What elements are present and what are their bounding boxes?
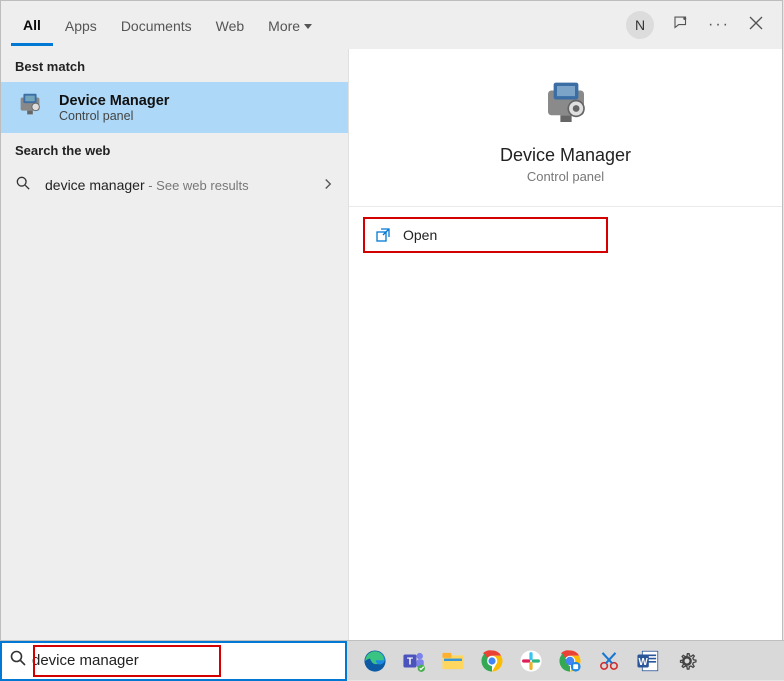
search-body: Best match Device Manager Control panel …: [1, 49, 782, 640]
chevron-down-icon: [304, 24, 312, 29]
preview-pane: Device Manager Control panel Open: [348, 49, 782, 640]
snipping-tool-icon[interactable]: [591, 643, 627, 679]
open-icon: [375, 227, 391, 243]
chrome-icon[interactable]: [474, 643, 510, 679]
tab-documents[interactable]: Documents: [109, 6, 204, 44]
svg-text:W: W: [639, 657, 649, 668]
search-input[interactable]: [26, 652, 337, 669]
user-avatar[interactable]: N: [626, 11, 654, 39]
tab-all[interactable]: All: [11, 5, 53, 46]
preview-header: Device Manager Control panel: [349, 49, 782, 207]
close-icon[interactable]: [748, 15, 764, 36]
preview-actions: Open: [349, 207, 782, 263]
search-filter-bar: All Apps Documents Web More N ···: [1, 1, 782, 49]
chevron-right-icon: [322, 177, 334, 195]
search-icon: [15, 176, 31, 195]
feedback-icon[interactable]: [672, 14, 690, 37]
web-result-row[interactable]: device manager - See web results: [1, 166, 348, 205]
preview-title: Device Manager: [500, 145, 631, 166]
settings-icon[interactable]: [669, 643, 705, 679]
filter-tabs: All Apps Documents Web More: [11, 5, 324, 46]
web-result-text: device manager - See web results: [45, 177, 249, 195]
start-search-panel: All Apps Documents Web More N ··· Best m…: [0, 0, 783, 641]
preview-subtitle: Control panel: [527, 169, 604, 184]
results-list: Best match Device Manager Control panel …: [1, 49, 348, 640]
device-manager-icon: [539, 77, 593, 131]
result-title: Device Manager: [59, 93, 169, 109]
more-options-icon[interactable]: ···: [708, 16, 730, 34]
teams-icon[interactable]: T: [396, 643, 432, 679]
tab-more[interactable]: More: [256, 6, 324, 44]
search-icon: [10, 650, 26, 671]
taskbar-pinned-apps: T W: [347, 641, 705, 680]
file-explorer-icon[interactable]: [435, 643, 471, 679]
best-match-text: Device Manager Control panel: [59, 93, 169, 123]
tab-apps[interactable]: Apps: [53, 6, 109, 44]
tab-web[interactable]: Web: [204, 6, 257, 44]
edge-icon[interactable]: [357, 643, 393, 679]
device-manager-icon: [15, 90, 45, 125]
word-icon[interactable]: W: [630, 643, 666, 679]
open-button[interactable]: Open: [363, 217, 608, 253]
slack-icon[interactable]: [513, 643, 549, 679]
taskbar: T W: [0, 640, 784, 680]
best-match-result[interactable]: Device Manager Control panel: [1, 82, 348, 133]
open-label: Open: [403, 227, 437, 243]
svg-text:T: T: [407, 656, 413, 667]
top-right-controls: N ···: [626, 11, 772, 39]
chrome-beta-icon[interactable]: [552, 643, 588, 679]
taskbar-search[interactable]: [0, 641, 347, 681]
best-match-label: Best match: [1, 49, 348, 82]
result-subtitle: Control panel: [59, 109, 169, 123]
search-web-label: Search the web: [1, 133, 348, 166]
